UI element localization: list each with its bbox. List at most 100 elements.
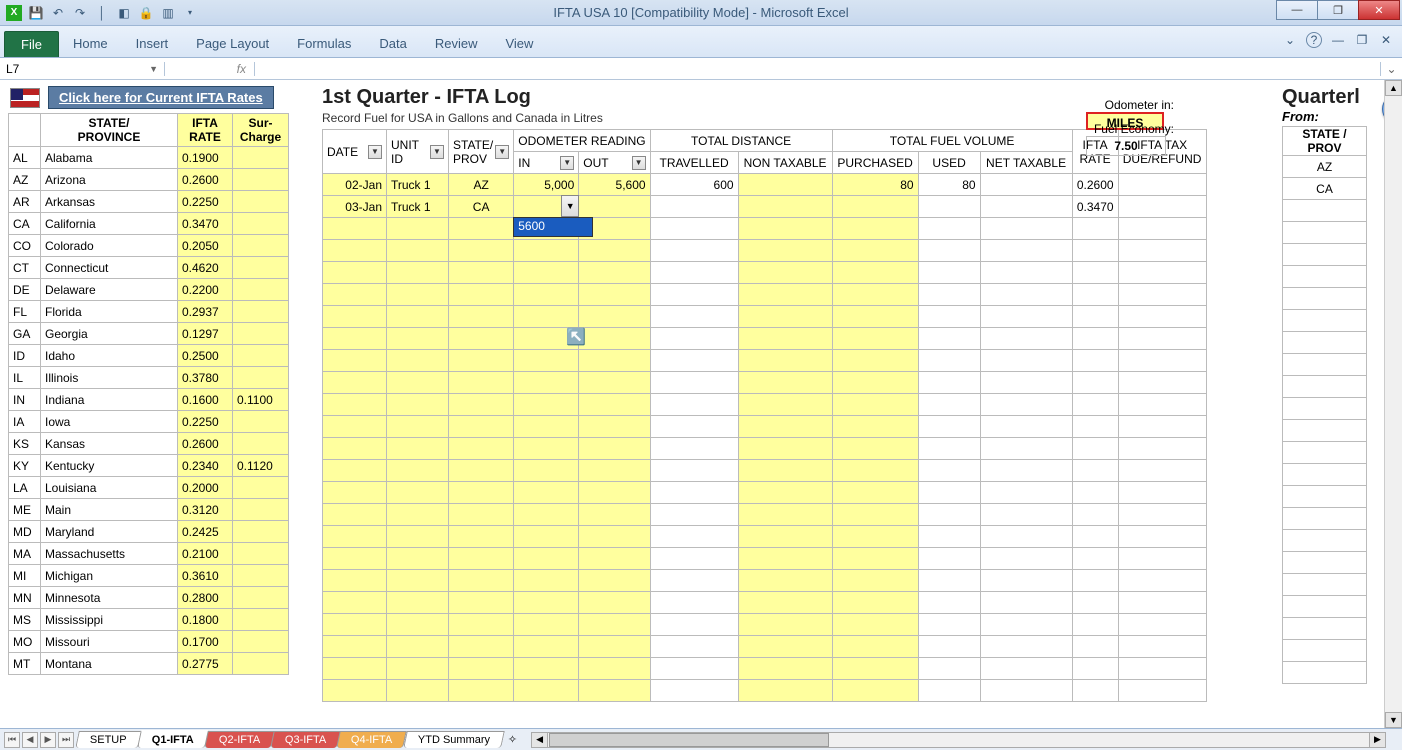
- filter-date-icon[interactable]: ▼: [368, 145, 382, 159]
- log-in-cell[interactable]: [514, 592, 579, 614]
- log-unit-cell[interactable]: [387, 548, 449, 570]
- maximize-button[interactable]: ❐: [1317, 0, 1359, 20]
- log-date-cell[interactable]: [323, 614, 387, 636]
- qat-custom-2-icon[interactable]: 🔒: [138, 5, 154, 21]
- log-unit-cell[interactable]: [387, 218, 449, 240]
- log-date-cell[interactable]: [323, 636, 387, 658]
- log-row[interactable]: [323, 372, 1207, 394]
- log-nontax-cell[interactable]: [738, 240, 832, 262]
- log-unit-cell[interactable]: [387, 240, 449, 262]
- cell-dropdown-list[interactable]: 5600: [513, 217, 593, 237]
- log-date-cell[interactable]: [323, 438, 387, 460]
- log-purchased-cell[interactable]: [832, 416, 918, 438]
- log-nontax-cell[interactable]: [738, 218, 832, 240]
- filter-in-icon[interactable]: ▼: [560, 156, 574, 170]
- log-out-cell[interactable]: [579, 504, 650, 526]
- log-out-cell[interactable]: [579, 306, 650, 328]
- log-prov-cell[interactable]: [449, 350, 514, 372]
- log-out-cell[interactable]: [579, 196, 650, 218]
- log-in-cell[interactable]: [514, 504, 579, 526]
- log-purchased-cell[interactable]: [832, 680, 918, 702]
- log-out-cell[interactable]: [579, 328, 650, 350]
- tab-page-layout[interactable]: Page Layout: [182, 30, 283, 57]
- log-purchased-cell[interactable]: [832, 504, 918, 526]
- log-nontax-cell[interactable]: [738, 680, 832, 702]
- log-prov-cell[interactable]: [449, 416, 514, 438]
- log-in-cell[interactable]: [514, 416, 579, 438]
- log-row[interactable]: 02-JanTruck 1AZ5,0005,60060080800.2600: [323, 174, 1207, 196]
- log-row[interactable]: [323, 240, 1207, 262]
- log-in-cell[interactable]: [514, 372, 579, 394]
- log-prov-cell[interactable]: [449, 240, 514, 262]
- window-restore-icon[interactable]: ❐: [1354, 32, 1370, 48]
- formula-bar-expand-icon[interactable]: ⌄: [1380, 62, 1402, 76]
- log-date-cell[interactable]: 03-Jan: [323, 196, 387, 218]
- log-row[interactable]: [323, 394, 1207, 416]
- log-purchased-cell[interactable]: [832, 196, 918, 218]
- log-out-cell[interactable]: [579, 350, 650, 372]
- log-unit-cell[interactable]: [387, 504, 449, 526]
- save-icon[interactable]: 💾: [28, 5, 44, 21]
- sheet-tab-q3[interactable]: Q3-IFTA: [270, 731, 341, 748]
- log-purchased-cell[interactable]: [832, 240, 918, 262]
- log-nontax-cell[interactable]: [738, 262, 832, 284]
- log-date-cell[interactable]: [323, 394, 387, 416]
- log-out-cell[interactable]: [579, 438, 650, 460]
- log-row[interactable]: [323, 636, 1207, 658]
- log-unit-cell[interactable]: [387, 526, 449, 548]
- log-nontax-cell[interactable]: [738, 636, 832, 658]
- log-nontax-cell[interactable]: [738, 570, 832, 592]
- log-in-cell[interactable]: [514, 658, 579, 680]
- filter-unit-icon[interactable]: ▼: [430, 145, 444, 159]
- log-nontax-cell[interactable]: [738, 658, 832, 680]
- log-prov-cell[interactable]: AZ: [449, 174, 514, 196]
- log-in-cell[interactable]: [514, 438, 579, 460]
- log-in-cell[interactable]: [514, 284, 579, 306]
- log-date-cell[interactable]: [323, 372, 387, 394]
- log-date-cell[interactable]: [323, 482, 387, 504]
- log-purchased-cell[interactable]: [832, 614, 918, 636]
- log-row[interactable]: [323, 548, 1207, 570]
- log-row[interactable]: [323, 592, 1207, 614]
- log-date-cell[interactable]: [323, 218, 387, 240]
- log-prov-cell[interactable]: [449, 504, 514, 526]
- log-purchased-cell[interactable]: [832, 394, 918, 416]
- log-row[interactable]: [323, 350, 1207, 372]
- log-out-cell[interactable]: [579, 416, 650, 438]
- filter-out-icon[interactable]: ▼: [632, 156, 646, 170]
- log-out-cell[interactable]: [579, 570, 650, 592]
- log-purchased-cell[interactable]: [832, 658, 918, 680]
- log-out-cell[interactable]: [579, 394, 650, 416]
- log-prov-cell[interactable]: [449, 262, 514, 284]
- log-row[interactable]: [323, 416, 1207, 438]
- tab-nav-prev-icon[interactable]: ◀: [22, 732, 38, 748]
- log-row[interactable]: [323, 218, 1207, 240]
- log-date-cell[interactable]: [323, 526, 387, 548]
- close-button[interactable]: ✕: [1358, 0, 1400, 20]
- log-purchased-cell[interactable]: [832, 570, 918, 592]
- log-unit-cell[interactable]: [387, 394, 449, 416]
- log-unit-cell[interactable]: [387, 262, 449, 284]
- log-purchased-cell[interactable]: [832, 284, 918, 306]
- log-purchased-cell[interactable]: [832, 328, 918, 350]
- tab-insert[interactable]: Insert: [122, 30, 183, 57]
- log-purchased-cell[interactable]: [832, 438, 918, 460]
- tab-data[interactable]: Data: [365, 30, 420, 57]
- sheet-tab-setup[interactable]: SETUP: [75, 731, 141, 748]
- log-prov-cell[interactable]: [449, 438, 514, 460]
- log-purchased-cell[interactable]: [832, 526, 918, 548]
- log-purchased-cell[interactable]: [832, 218, 918, 240]
- log-out-cell[interactable]: [579, 372, 650, 394]
- tab-home[interactable]: Home: [59, 30, 122, 57]
- log-in-cell[interactable]: [514, 328, 579, 350]
- log-prov-cell[interactable]: [449, 460, 514, 482]
- log-out-cell[interactable]: [579, 240, 650, 262]
- log-nontax-cell[interactable]: [738, 394, 832, 416]
- log-prov-cell[interactable]: CA: [449, 196, 514, 218]
- log-unit-cell[interactable]: [387, 372, 449, 394]
- tab-view[interactable]: View: [491, 30, 547, 57]
- log-nontax-cell[interactable]: [738, 328, 832, 350]
- name-box-dropdown-icon[interactable]: ▼: [149, 64, 158, 74]
- log-prov-cell[interactable]: [449, 306, 514, 328]
- log-out-cell[interactable]: [579, 658, 650, 680]
